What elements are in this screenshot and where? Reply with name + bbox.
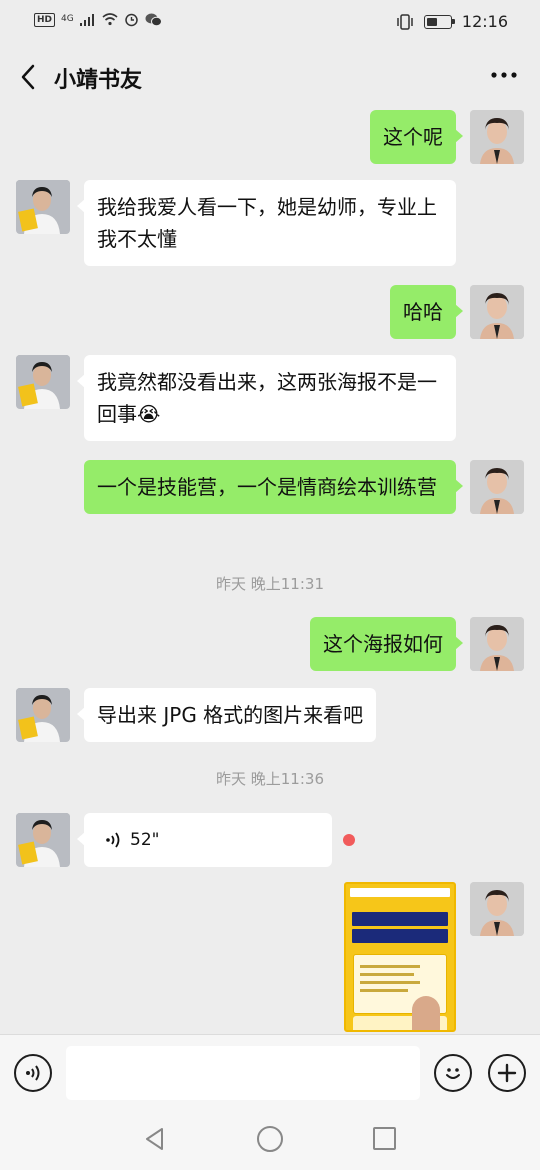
wifi-icon	[102, 13, 118, 26]
my-avatar[interactable]	[470, 285, 524, 339]
timestamp: 昨天 晚上11:31	[216, 575, 324, 593]
my-avatar[interactable]	[470, 882, 524, 936]
contact-message-bubble[interactable]: 导出来 JPG 格式的图片来看吧	[76, 688, 377, 742]
plus-sign-icon	[497, 1063, 517, 1083]
voice-icon[interactable]	[14, 1054, 52, 1092]
contact-message-bubble[interactable]: 我给我爱人看一下，她是幼师，专业上我不太懂	[77, 180, 456, 266]
my-avatar[interactable]	[470, 460, 524, 514]
woman-portrait-icon	[470, 882, 524, 936]
chat-title: 小靖书友	[54, 68, 143, 93]
man-portrait-icon	[16, 813, 70, 867]
contact-message-bubble[interactable]: 我竟然都没看出来，这两张海报不是一回事😭	[77, 355, 456, 441]
contact-avatar[interactable]	[16, 180, 70, 234]
unread-dot	[343, 834, 355, 846]
poster-top-bar	[350, 888, 450, 897]
poster-headline	[352, 912, 448, 926]
woman-portrait-icon	[470, 285, 524, 339]
back-icon[interactable]	[14, 62, 44, 92]
poster-portrait	[412, 996, 440, 1030]
smiley-face-icon	[446, 1068, 460, 1079]
signal-icon	[79, 13, 94, 26]
poster-subheadline	[352, 929, 448, 943]
more-icon[interactable]	[490, 62, 518, 88]
my-message-bubble[interactable]: 哈哈	[390, 285, 463, 339]
emoji-icon[interactable]	[434, 1054, 472, 1092]
poster-line	[360, 989, 408, 992]
voice-message-bubble[interactable]: 52"	[77, 813, 332, 867]
poster-line	[360, 981, 420, 984]
battery-fill	[426, 17, 437, 26]
contact-avatar[interactable]	[16, 813, 70, 867]
voice-wave-icon	[106, 832, 120, 848]
man-portrait-icon	[16, 688, 70, 742]
poster-line	[360, 965, 420, 968]
wechat-icon	[145, 13, 162, 26]
plus-icon[interactable]	[488, 1054, 526, 1092]
input-bar	[0, 1034, 540, 1110]
my-message-bubble[interactable]: 这个海报如何	[310, 617, 463, 671]
battery-icon	[423, 14, 455, 29]
message-list[interactable]: 这个呢 我给我爱人看一下，她是幼师，专业上我不太懂 哈哈 我竟然都没看出来，这两…	[0, 100, 540, 1034]
contact-avatar[interactable]	[16, 688, 70, 742]
contact-avatar[interactable]	[16, 355, 70, 409]
crying-laughing-emoji: 😭	[137, 402, 161, 426]
woman-portrait-icon	[470, 617, 524, 671]
man-portrait-icon	[16, 180, 70, 234]
timestamp: 昨天 晚上11:36	[216, 770, 324, 788]
nav-home-icon[interactable]	[257, 1126, 283, 1152]
poster-image-message[interactable]	[344, 882, 456, 1032]
message-input[interactable]	[66, 1046, 420, 1100]
hd-indicator: HD	[34, 12, 56, 27]
my-avatar[interactable]	[470, 110, 524, 164]
woman-portrait-icon	[470, 460, 524, 514]
vibrate-icon	[397, 13, 413, 30]
woman-portrait-icon	[470, 110, 524, 164]
man-portrait-icon	[16, 355, 70, 409]
status-time: 12:16	[461, 12, 508, 31]
voice-duration: 52"	[130, 830, 160, 850]
poster-line	[360, 973, 414, 976]
status-left: HD 4G	[34, 12, 162, 27]
system-nav-bar	[0, 1110, 540, 1170]
nav-back-icon[interactable]	[142, 1126, 168, 1152]
status-bar: HD 4G 12:16	[0, 0, 540, 44]
status-right: 12:16	[396, 12, 508, 31]
my-avatar[interactable]	[470, 617, 524, 671]
nav-recent-apps-icon[interactable]	[373, 1127, 396, 1150]
my-message-bubble[interactable]: 这个呢	[370, 110, 463, 164]
my-message-bubble[interactable]: 一个是技能营，一个是情商绘本训练营	[84, 460, 463, 514]
alarm-icon	[124, 13, 138, 27]
voice-wave-icon	[26, 1065, 40, 1081]
network-indicator: 4G	[61, 14, 74, 24]
